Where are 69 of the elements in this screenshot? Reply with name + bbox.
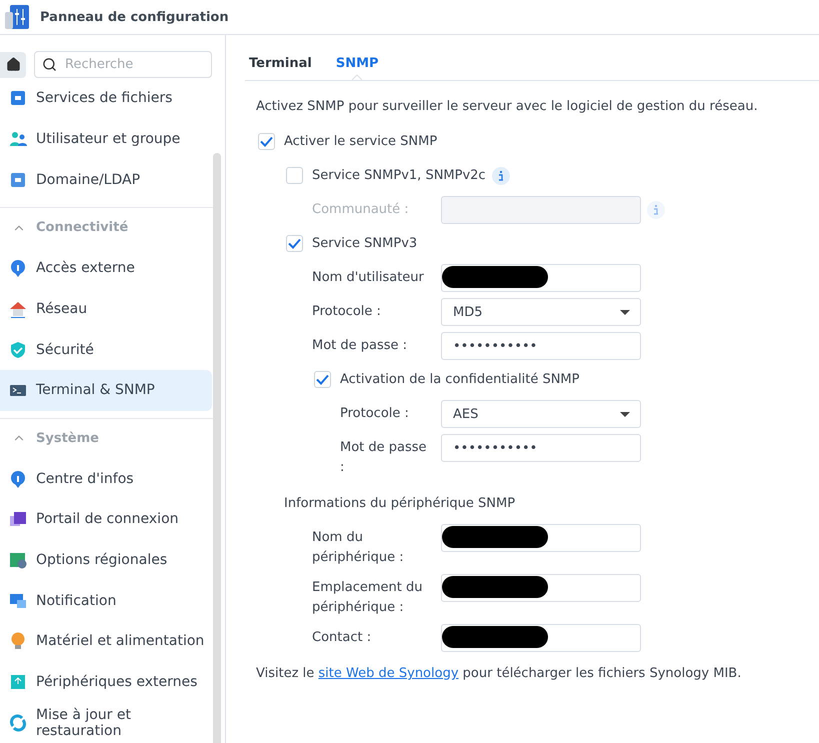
menu-icon	[9, 672, 27, 691]
menu-icon	[9, 510, 27, 528]
input-field[interactable]	[441, 524, 641, 552]
scrollbar[interactable]	[213, 153, 221, 743]
sidebar-item[interactable]: Options régionales	[0, 540, 212, 580]
menu-icon	[9, 340, 27, 359]
sidebar-item[interactable]: Terminal & SNMP	[0, 370, 212, 411]
footer-text: Visitez le site Web de Synology pour télécharger les fichiers Synology MIB.	[256, 666, 742, 681]
field-label: Emplacement du périphérique :	[312, 579, 424, 617]
sidebar-item[interactable]: Services de fichiers	[0, 78, 212, 119]
home-icon[interactable]	[6, 57, 20, 72]
tab[interactable]: SNMP	[336, 49, 379, 80]
synology-link[interactable]: site Web de Synology	[318, 666, 459, 681]
field-label: Nom du périphérique :	[312, 529, 405, 567]
input-field[interactable]	[441, 574, 641, 602]
checkbox[interactable]	[258, 133, 275, 150]
sidebar-item[interactable]: Périphériques externes	[0, 662, 212, 702]
password-field[interactable]: •••••••••••	[441, 332, 641, 360]
search-field[interactable]: Recherche	[34, 51, 212, 78]
field-label: Communauté :	[312, 201, 410, 219]
checkbox[interactable]	[286, 235, 303, 252]
checkbox-label: Service SNMPv1, SNMPv2c	[312, 167, 486, 185]
dropdown[interactable]: AES	[441, 400, 641, 428]
input-field[interactable]	[441, 264, 641, 292]
checkbox-label: Activer le service SNMP	[284, 133, 438, 151]
home-button[interactable]	[0, 52, 26, 78]
app-logo-icon	[4, 4, 30, 30]
menu-icon	[9, 89, 27, 108]
sidebar-item[interactable]: Notification	[0, 580, 212, 621]
tab[interactable]: Terminal	[249, 49, 312, 80]
menu-icon	[9, 259, 27, 278]
menu-icon	[9, 130, 27, 148]
field-label: Mot de passe :	[340, 439, 428, 477]
menu-icon	[9, 592, 27, 610]
field-label: Contact :	[312, 629, 372, 647]
menu-icon	[9, 170, 27, 189]
dropdown[interactable]: MD5	[441, 298, 641, 326]
field-label: Protocole :	[340, 405, 410, 423]
menu-icon	[9, 714, 27, 732]
search-icon	[42, 57, 57, 72]
checkbox[interactable]	[314, 371, 331, 388]
caret-icon[interactable]	[620, 310, 630, 314]
sidebar-item[interactable]: Centre d'infos	[0, 458, 212, 499]
sidebar-item[interactable]: Sécurité	[0, 329, 212, 370]
menu-icon	[9, 300, 27, 318]
field-label: Protocole :	[312, 303, 382, 321]
caret-icon[interactable]	[620, 412, 630, 416]
sidebar-item[interactable]: Matériel et alimentation	[0, 620, 212, 662]
window-title: Panneau de configuration	[40, 10, 229, 24]
checkbox-label: Service SNMPv3	[312, 235, 418, 253]
sidebar-item[interactable]: Accès externe	[0, 248, 212, 289]
menu-icon	[9, 550, 27, 569]
checkbox-label: Activation de la confidentialité SNMP	[340, 371, 580, 389]
field-label: Mot de passe :	[312, 337, 408, 355]
sidebar-item[interactable]: Utilisateur et groupe	[0, 118, 212, 160]
password-field[interactable]: •••••••••••	[441, 434, 641, 462]
field-label: Nom d'utilisateur	[312, 269, 425, 287]
input-field[interactable]	[441, 196, 641, 224]
description: Activez SNMP pour surveiller le serveur avec le logiciel de gestion du réseau.	[256, 99, 759, 114]
sidebar-item[interactable]: Domaine/LDAP	[0, 159, 212, 200]
menu-icon	[9, 632, 27, 650]
info-icon[interactable]	[492, 167, 510, 185]
sidebar-item[interactable]: Mise à jour et restauration	[0, 702, 212, 743]
checkbox[interactable]	[286, 167, 303, 184]
sidebar-item[interactable]: Portail de connexion	[0, 498, 212, 540]
section-heading: Informations du périphérique SNMP	[284, 495, 516, 513]
input-field[interactable]	[441, 624, 641, 652]
sidebar-item[interactable]: Réseau	[0, 288, 212, 330]
menu-icon	[9, 470, 27, 488]
